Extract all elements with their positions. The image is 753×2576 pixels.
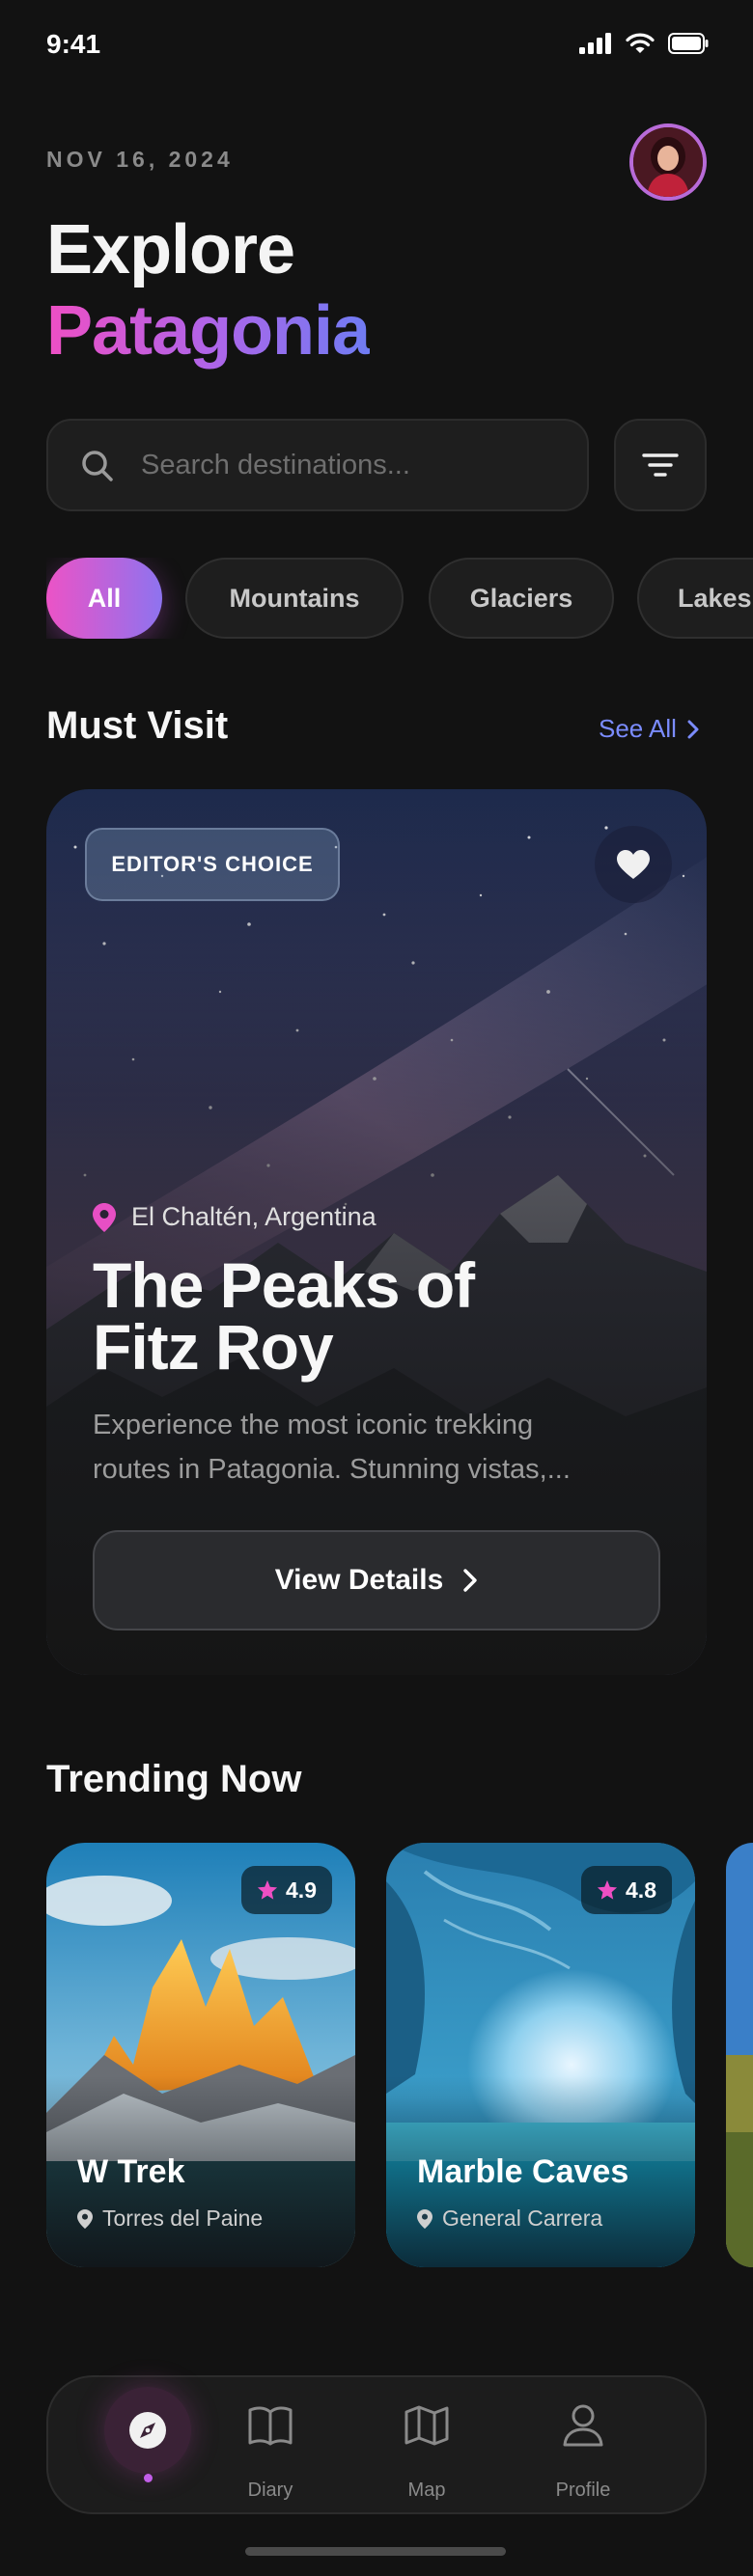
wifi-icon xyxy=(626,33,655,53)
rating-value: 4.9 xyxy=(286,1877,317,1903)
heart-icon xyxy=(617,850,650,879)
home-indicator xyxy=(245,2547,506,2556)
user-icon xyxy=(563,2404,603,2447)
trending-card-partial[interactable] xyxy=(726,1843,753,2267)
filter-button[interactable] xyxy=(614,419,707,511)
trending-location: General Carrera xyxy=(417,2206,602,2232)
nav-active-indicator xyxy=(144,2474,153,2482)
view-details-button[interactable]: View Details xyxy=(93,1530,660,1631)
view-details-label: View Details xyxy=(274,1564,444,1596)
trending-card-w-trek[interactable]: 4.9 W Trek Torres del Paine xyxy=(46,1843,355,2267)
trending-heading: Trending Now xyxy=(46,1758,302,1800)
editors-choice-badge: EDITOR'S CHOICE xyxy=(85,828,340,901)
featured-location-text: El Chaltén, Argentina xyxy=(131,1202,376,1231)
trending-name: Marble Caves xyxy=(417,2153,629,2190)
featured-description: Experience the most iconic trekking rout… xyxy=(93,1403,662,1492)
chip-all[interactable]: All xyxy=(46,558,162,639)
nav-map-label: Map xyxy=(407,2480,446,2501)
featured-description-line1: Experience the most iconic trekking xyxy=(93,1410,534,1440)
trending-card-partial-image xyxy=(726,1843,753,2267)
battery-icon xyxy=(668,33,709,54)
signal-icon xyxy=(579,33,611,54)
trending-location-text: General Carrera xyxy=(442,2206,603,2231)
featured-destination-card[interactable]: EDITOR'S CHOICE El Chaltén, Argentina Th… xyxy=(46,789,707,1675)
chip-mountains[interactable]: Mountains xyxy=(185,558,404,639)
trending-location: Torres del Paine xyxy=(77,2206,263,2232)
nav-explore[interactable] xyxy=(48,2377,203,2512)
current-date: NOV 16, 2024 xyxy=(46,147,234,172)
nav-profile-label: Profile xyxy=(555,2480,611,2501)
status-bar: 9:41 xyxy=(0,0,753,93)
see-all-link[interactable]: See All xyxy=(599,714,700,744)
featured-title-line1: The Peaks of xyxy=(93,1249,475,1321)
search-bar[interactable] xyxy=(46,419,589,511)
rating-badge: 4.8 xyxy=(581,1866,672,1914)
map-icon xyxy=(404,2405,449,2446)
book-icon xyxy=(248,2406,293,2446)
location-pin-icon xyxy=(93,1202,116,1232)
must-visit-heading: Must Visit xyxy=(46,704,229,747)
favorite-button[interactable] xyxy=(595,826,672,903)
featured-description-line2: routes in Patagonia. Stunning vistas,... xyxy=(93,1454,571,1485)
search-icon xyxy=(82,451,113,481)
bottom-navigation: Diary Map Profile xyxy=(46,2375,707,2514)
trending-card-marble-caves[interactable]: 4.8 Marble Caves General Carrera xyxy=(386,1843,695,2267)
compass-icon xyxy=(129,2412,166,2449)
nav-explore-active-circle xyxy=(104,2387,191,2474)
filter-icon xyxy=(642,453,679,477)
star-icon xyxy=(597,1879,618,1900)
featured-title: The Peaks of Fitz Roy xyxy=(93,1249,672,1383)
user-avatar[interactable] xyxy=(629,123,707,201)
featured-title-line2: Fitz Roy xyxy=(93,1311,334,1383)
chip-glaciers[interactable]: Glaciers xyxy=(429,558,614,639)
location-pin-icon xyxy=(417,2208,432,2229)
status-icons xyxy=(579,33,709,54)
rating-badge: 4.9 xyxy=(241,1866,332,1914)
nav-map[interactable]: Map xyxy=(349,2377,504,2512)
page-title-line2: Patagonia xyxy=(46,292,371,370)
location-pin-icon xyxy=(77,2208,93,2229)
page-title-line1: Explore xyxy=(46,211,295,288)
search-input[interactable] xyxy=(141,421,566,509)
featured-location: El Chaltén, Argentina xyxy=(93,1202,376,1232)
status-time: 9:41 xyxy=(46,29,101,59)
nav-diary[interactable]: Diary xyxy=(193,2377,348,2512)
chevron-right-icon xyxy=(687,720,699,738)
nav-diary-label: Diary xyxy=(247,2480,293,2501)
trending-location-text: Torres del Paine xyxy=(102,2206,264,2231)
trending-name: W Trek xyxy=(77,2153,185,2190)
chevron-right-icon xyxy=(463,1569,477,1592)
rating-value: 4.8 xyxy=(626,1877,656,1903)
category-chips: All Mountains Glaciers Lakes xyxy=(46,558,753,639)
nav-profile[interactable]: Profile xyxy=(506,2377,660,2512)
see-all-label: See All xyxy=(599,714,677,743)
chip-lakes[interactable]: Lakes xyxy=(637,558,753,639)
star-icon xyxy=(257,1879,278,1900)
